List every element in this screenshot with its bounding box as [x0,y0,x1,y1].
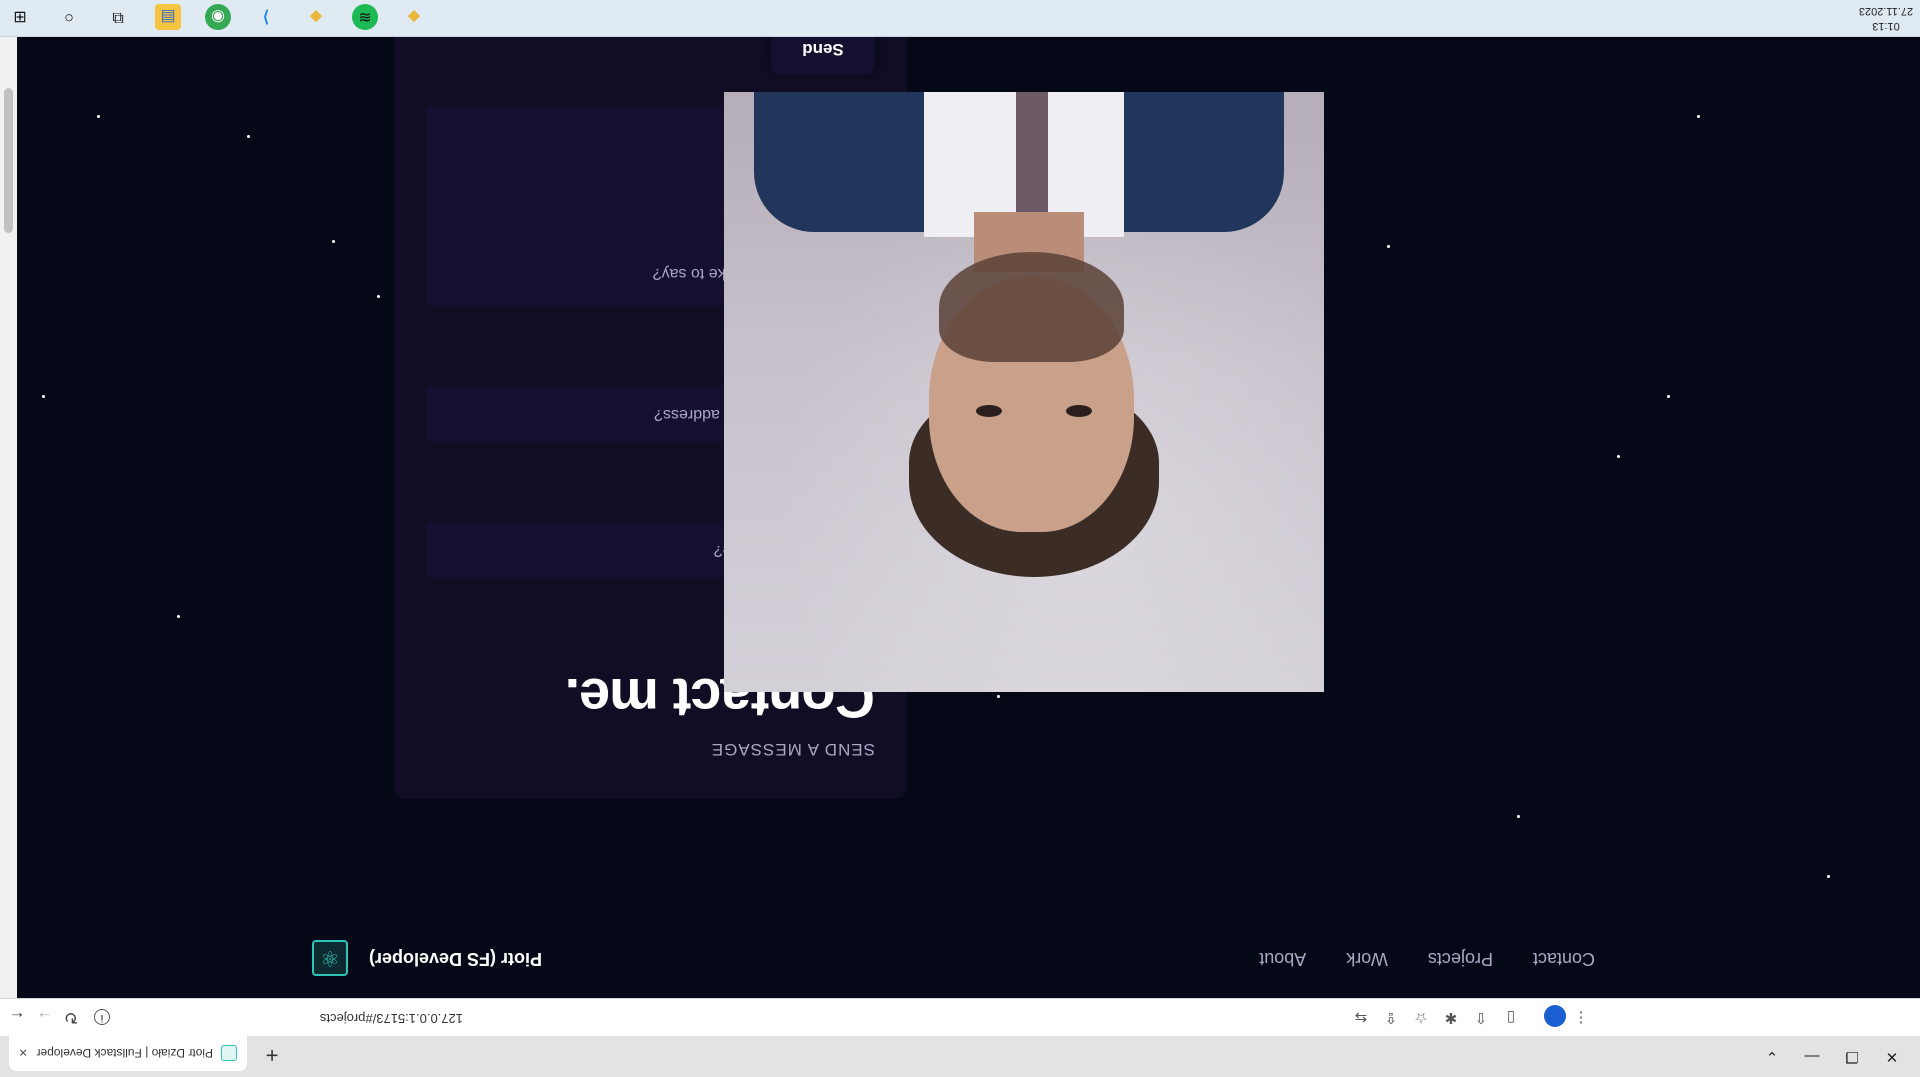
nav-link-work[interactable]: Work [1346,948,1388,969]
screen: ✕ ❐ — ⌄ Piotr Działo | Fullstack Develop… [0,0,1920,1077]
star [1617,455,1620,458]
browser-tab[interactable]: Piotr Działo | Fullstack Developer × [9,1036,247,1071]
file-explorer-icon[interactable]: ▤ [155,4,181,30]
scrollbar-thumb[interactable] [4,88,13,233]
star [97,115,100,118]
send-button[interactable]: Send [771,37,875,74]
upload-icon[interactable]: ⇧ [1470,1006,1492,1028]
photo-beard [939,252,1124,362]
clock-time: 01:13 [1872,20,1900,32]
star [377,295,380,298]
star [247,135,250,138]
photo-eye [976,405,1002,417]
close-window-button[interactable]: ✕ [1872,1043,1912,1069]
chrome-icon[interactable]: ◉ [205,4,231,30]
page-scrollbar[interactable] [0,37,17,998]
search-icon[interactable]: ○ [56,4,82,30]
nav-link-projects[interactable]: Projects [1428,948,1493,969]
tab-title: Piotr Działo | Fullstack Developer [36,1046,213,1061]
photo-eye [1066,405,1092,417]
maximize-window-button[interactable]: ❐ [1832,1043,1872,1069]
star [42,395,45,398]
site-brand[interactable]: Piotr (FS Developer) [354,948,542,969]
minimize-window-button[interactable]: — [1792,1043,1832,1069]
nav-link-about[interactable]: About [1259,948,1306,969]
taskbar-clock[interactable]: 01:13 27.11.2023 [1856,3,1916,33]
contact-subtitle: SEND A MESSAGE [710,740,875,759]
react-logo-icon[interactable]: ⚛ [312,940,348,976]
back-icon[interactable]: ← [4,1004,30,1030]
url-field[interactable]: 127.0.0.1:5173/#projects [103,1011,463,1026]
new-tab-button[interactable]: + [259,1041,285,1068]
share-icon[interactable]: ⇪ [1380,1006,1402,1028]
tab-search-icon[interactable]: ⌄ [1752,1043,1792,1069]
site-navbar: ⚛ Piotr (FS Developer) Contact Projects … [17,918,1920,998]
star [177,615,180,618]
browser-tab-strip: ✕ ❐ — ⌄ Piotr Działo | Fullstack Develop… [0,1036,1920,1077]
translate-icon[interactable]: ⇆ [1350,1006,1372,1028]
clock-date: 27.11.2023 [1858,5,1914,17]
site-favicon-icon [221,1045,237,1062]
windows-start-icon[interactable]: ⊞ [7,4,33,30]
task-view-icon[interactable]: ⧉ [105,4,131,30]
spotify-icon[interactable]: ≋ [352,4,378,30]
page: ⚛ Piotr (FS Developer) Contact Projects … [17,37,1920,998]
star [1697,115,1700,118]
menu-icon[interactable]: ⋮ [1570,1006,1592,1028]
photo-tie [1016,92,1048,227]
star [1667,395,1670,398]
app-icon[interactable]: ◆ [303,4,329,30]
side-panel-icon[interactable]: ▯ [1500,1006,1522,1028]
app-icon[interactable]: ◆ [401,4,427,30]
star [997,695,1000,698]
address-bar: ← → ↻ i 127.0.0.1:5173/#projects ⇆ ⇪ ☆ ✱… [0,998,1920,1036]
profile-avatar[interactable] [1544,1005,1566,1027]
star [1387,245,1390,248]
star [1517,815,1520,818]
profile-photo [724,92,1324,692]
forward-icon[interactable]: → [32,1004,58,1030]
tab-close-icon[interactable]: × [19,1046,27,1062]
bookmark-star-icon[interactable]: ☆ [1410,1006,1432,1028]
extensions-icon[interactable]: ✱ [1440,1006,1462,1028]
nav-links: Contact Projects Work About [1259,948,1595,969]
nav-link-contact[interactable]: Contact [1533,948,1595,969]
windows-taskbar: 01:13 27.11.2023 ⊞ ○ ⧉ ▤ ◉ ⟩ ◆ ≋ ◆ [0,0,1920,37]
star [332,240,335,243]
star [1827,875,1830,878]
reload-icon[interactable]: ↻ [58,1004,84,1030]
vscode-icon[interactable]: ⟩ [253,4,279,30]
